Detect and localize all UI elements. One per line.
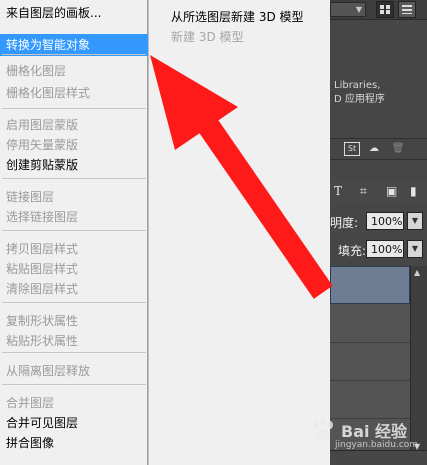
panel-top-bar: ▼ bbox=[330, 0, 427, 20]
layer-divider bbox=[330, 380, 410, 381]
menu-separator bbox=[2, 384, 146, 385]
menu-item[interactable]: 启用图层蒙版 bbox=[0, 114, 148, 136]
menu-item[interactable]: 粘贴形状属性 bbox=[0, 330, 148, 352]
opacity-input[interactable]: 100% bbox=[366, 212, 404, 230]
libraries-text-line1: Libraries, bbox=[334, 80, 381, 91]
menu-item[interactable]: 停用矢量蒙版 bbox=[0, 134, 148, 156]
menu-separator bbox=[2, 230, 146, 231]
menu-separator bbox=[2, 178, 146, 179]
type-filter-icon[interactable]: T bbox=[334, 184, 342, 198]
menu-item[interactable]: 拷贝图层样式 bbox=[0, 238, 148, 260]
menu-item[interactable]: 清除图层样式 bbox=[0, 278, 148, 300]
layer-context-menu: 来自图层的画板... 转换为智能对象 栅格化图层 栅格化图层样式 启用图层蒙版 停用矢量蒙… bbox=[0, 0, 148, 465]
menu-item[interactable]: 选择链接图层 bbox=[0, 206, 148, 228]
shape-filter-icon[interactable]: ⌗ bbox=[360, 184, 367, 199]
chevron-down-icon: ▼ bbox=[355, 5, 362, 14]
fill-row: 填充: 100% ▼ bbox=[330, 238, 427, 260]
menu-separator bbox=[2, 302, 146, 303]
menu-item[interactable]: 拼合图像 bbox=[0, 432, 148, 454]
menu-item[interactable]: 转换为智能对象 bbox=[0, 34, 148, 56]
stock-icon[interactable]: St bbox=[344, 142, 360, 156]
trash-icon[interactable]: 🗑 bbox=[390, 142, 406, 156]
smart-object-filter-icon[interactable]: ▣ bbox=[386, 184, 397, 198]
menu-separator bbox=[2, 352, 146, 353]
menu-separator bbox=[2, 54, 146, 55]
fill-dropdown-button[interactable]: ▼ bbox=[407, 240, 423, 258]
list-view-icon bbox=[402, 5, 412, 14]
layer-divider bbox=[330, 342, 410, 343]
fill-input[interactable]: 100% bbox=[366, 240, 404, 258]
grid-view-button[interactable] bbox=[376, 1, 394, 18]
grid-view-icon bbox=[380, 5, 390, 14]
menu-item[interactable]: 创建剪贴蒙版 bbox=[0, 154, 148, 176]
scroll-up-icon[interactable]: ▲ bbox=[414, 268, 420, 277]
submenu-item[interactable]: 从所选图层新建 3D 模型 bbox=[149, 6, 331, 28]
3d-submenu: 从所选图层新建 3D 模型 新建 3D 模型 bbox=[148, 0, 330, 465]
cloud-sync-icon[interactable]: ☁ bbox=[366, 142, 382, 156]
watermark-subtext: jingyan.baidu.com bbox=[335, 440, 419, 450]
menu-item[interactable]: 复制形状属性 bbox=[0, 310, 148, 332]
filter-toggle-icon[interactable]: ▮ bbox=[410, 184, 417, 198]
layer-filter-bar: T ⌗ ▣ ▮ bbox=[330, 180, 427, 204]
opacity-row: 明度: 100% ▼ bbox=[330, 210, 427, 232]
menu-item[interactable]: 栅格化图层样式 bbox=[0, 82, 148, 104]
libraries-text-line2: D 应用程序 bbox=[334, 94, 385, 105]
menu-item[interactable]: 链接图层 bbox=[0, 186, 148, 208]
menu-item[interactable]: 来自图层的画板... bbox=[0, 2, 148, 24]
opacity-label: 明度: bbox=[330, 216, 359, 230]
libraries-toolbar: St ☁ 🗑 bbox=[330, 138, 427, 160]
fill-label: 填充: bbox=[338, 244, 367, 258]
menu-separator bbox=[2, 108, 146, 109]
menu-item[interactable]: 合并可见图层 bbox=[0, 412, 148, 434]
selected-layer-row[interactable] bbox=[330, 266, 410, 304]
menu-item[interactable]: 粘贴图层样式 bbox=[0, 258, 148, 280]
menu-item[interactable]: 从隔离图层释放 bbox=[0, 360, 148, 382]
watermark-text: Bai 经验 bbox=[341, 422, 408, 441]
menu-item[interactable]: 栅格化图层 bbox=[0, 60, 148, 82]
panel-dropdown[interactable]: ▼ bbox=[330, 2, 366, 17]
submenu-item[interactable]: 新建 3D 模型 bbox=[149, 26, 331, 48]
baidu-watermark: Bai 经验 jingyan.baidu.com bbox=[305, 408, 425, 458]
opacity-dropdown-button[interactable]: ▼ bbox=[407, 212, 423, 230]
menu-item[interactable]: 合并图层 bbox=[0, 392, 148, 414]
list-view-button[interactable] bbox=[398, 1, 416, 18]
